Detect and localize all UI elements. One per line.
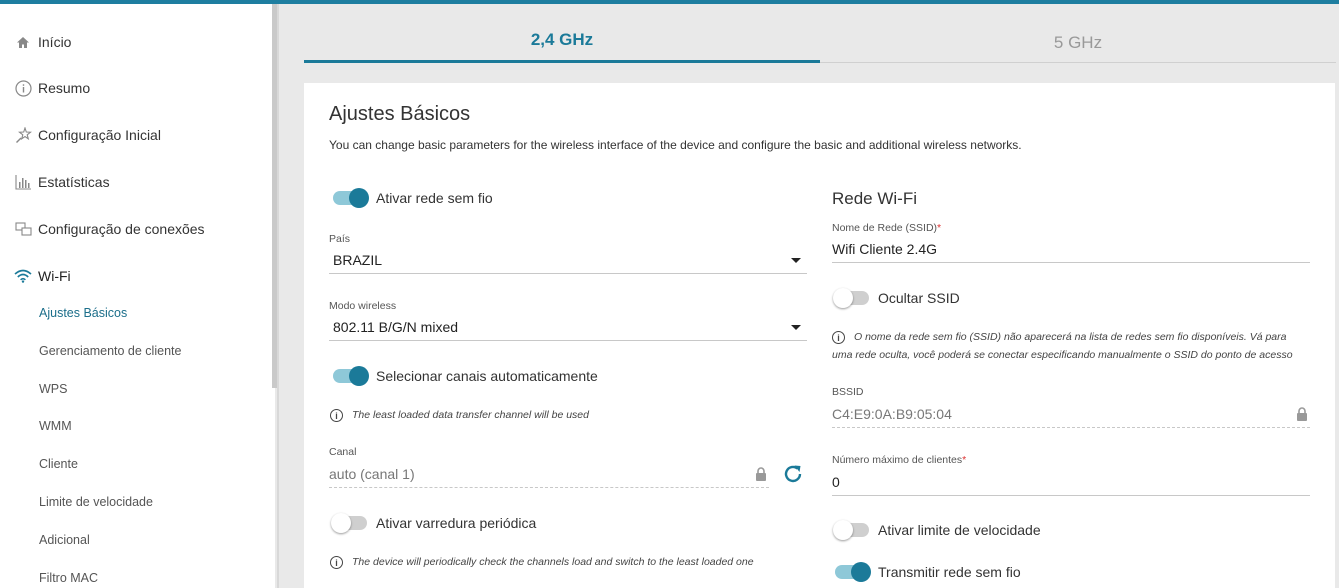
sidebar-subitem-wps[interactable]: WPS: [39, 382, 67, 396]
sidebar-item-label: Configuração Inicial: [38, 127, 161, 143]
hide-ssid-hint-line2: uma rede oculta, você poderá se conectar…: [832, 349, 1293, 361]
lock-icon: [1296, 407, 1308, 424]
bssid-field: C4:E9:0A:B9:05:04: [832, 400, 1310, 428]
sidebar-item-label: Wi-Fi: [38, 268, 71, 284]
info-icon: i: [330, 556, 343, 569]
sidebar: Início Resumo Configuração Inicial Estat…: [0, 4, 275, 588]
sidebar-item-resumo[interactable]: Resumo: [14, 77, 90, 99]
sidebar-item-configuracao-inicial[interactable]: Configuração Inicial: [14, 124, 161, 146]
info-icon: [14, 79, 32, 97]
sidebar-item-label: Início: [38, 34, 72, 50]
tab-5ghz[interactable]: 5 GHz: [820, 30, 1336, 63]
periodic-scan-hint: i The device will periodically check the…: [330, 556, 800, 569]
sidebar-item-estatisticas[interactable]: Estatísticas: [14, 171, 110, 193]
hide-ssid-toggle[interactable]: [833, 288, 869, 308]
ssid-input[interactable]: Wifi Cliente 2.4G: [832, 235, 1310, 263]
bssid-label: BSSID: [832, 386, 864, 398]
tab-2-4ghz[interactable]: 2,4 GHz: [304, 30, 820, 63]
sidebar-subitem-cliente[interactable]: Cliente: [39, 457, 78, 471]
sidebar-subitem-ajustes-basicos[interactable]: Ajustes Básicos: [39, 306, 127, 320]
page-description: You can change basic parameters for the …: [329, 138, 1022, 152]
info-icon: i: [330, 409, 343, 422]
wifi-network-title: Rede Wi-Fi: [832, 189, 918, 208]
sidebar-subitem-limite-velocidade[interactable]: Limite de velocidade: [39, 495, 153, 509]
hide-ssid-label: Ocultar SSID: [878, 290, 960, 306]
ssid-value: Wifi Cliente 2.4G: [832, 240, 938, 257]
page-title: Ajustes Básicos: [329, 103, 471, 125]
ssid-label: Nome de Rede (SSID)*: [832, 222, 942, 234]
lock-icon: [755, 467, 767, 484]
channel-field: auto (canal 1): [329, 460, 769, 488]
max-clients-value: 0: [832, 473, 840, 490]
sidebar-item-conexoes[interactable]: Configuração de conexões: [14, 218, 205, 240]
sidebar-item-label: Estatísticas: [38, 174, 110, 190]
auto-channel-label: Selecionar canais automaticamente: [376, 368, 598, 384]
bssid-value: C4:E9:0A:B9:05:04: [832, 405, 952, 422]
chevron-down-icon: [791, 325, 801, 330]
chevron-down-icon: [791, 258, 801, 263]
sidebar-item-label: Configuração de conexões: [38, 221, 205, 237]
sidebar-subitem-wmm[interactable]: WMM: [39, 419, 72, 433]
country-select[interactable]: BRAZIL: [329, 246, 807, 274]
channel-label: Canal: [329, 446, 357, 458]
chart-icon: [14, 173, 32, 191]
broadcast-toggle[interactable]: [835, 562, 871, 582]
enable-wireless-label: Ativar rede sem fio: [376, 190, 493, 206]
speed-limit-label: Ativar limite de velocidade: [878, 522, 1041, 538]
settings-card: Ajustes Básicos You can change basic par…: [304, 83, 1335, 588]
info-icon: i: [832, 331, 845, 344]
sidebar-subitem-adicional[interactable]: Adicional: [39, 533, 90, 547]
sidebar-subitem-gerenciamento-cliente[interactable]: Gerenciamento de cliente: [39, 344, 181, 358]
sidebar-item-label: Resumo: [38, 80, 91, 96]
home-icon: [14, 33, 32, 51]
main-content: 2,4 GHz 5 GHz Ajustes Básicos You can ch…: [279, 4, 1339, 588]
refresh-icon[interactable]: [782, 463, 804, 490]
wifi-icon: [14, 267, 32, 285]
enable-wireless-toggle[interactable]: [333, 188, 369, 208]
max-clients-input[interactable]: 0: [832, 468, 1310, 496]
wireless-mode-value: 802.11 B/G/N mixed: [333, 318, 459, 335]
broadcast-label: Transmitir rede sem fio: [878, 564, 1021, 580]
periodic-scan-label: Ativar varredura periódica: [376, 515, 537, 531]
channel-value: auto (canal 1): [329, 465, 415, 482]
sidebar-subitem-filtro-mac[interactable]: Filtro MAC: [39, 571, 98, 585]
sidebar-item-wifi[interactable]: Wi-Fi: [14, 265, 71, 287]
country-label: País: [329, 233, 351, 245]
speed-limit-toggle[interactable]: [833, 520, 869, 540]
wizard-icon: [14, 126, 32, 144]
auto-channel-toggle[interactable]: [333, 366, 369, 386]
auto-channel-hint: i The least loaded data transfer channel…: [330, 409, 800, 422]
wireless-mode-label: Modo wireless: [329, 300, 397, 312]
hide-ssid-hint: i O nome da rede sem fio (SSID) não apar…: [832, 331, 1312, 344]
connections-icon: [14, 220, 32, 238]
wireless-mode-select[interactable]: 802.11 B/G/N mixed: [329, 313, 807, 341]
max-clients-label: Número máximo de clientes*: [832, 454, 967, 466]
country-value: BRAZIL: [333, 251, 383, 268]
sidebar-item-inicio[interactable]: Início: [14, 31, 71, 53]
periodic-scan-toggle[interactable]: [331, 513, 367, 533]
